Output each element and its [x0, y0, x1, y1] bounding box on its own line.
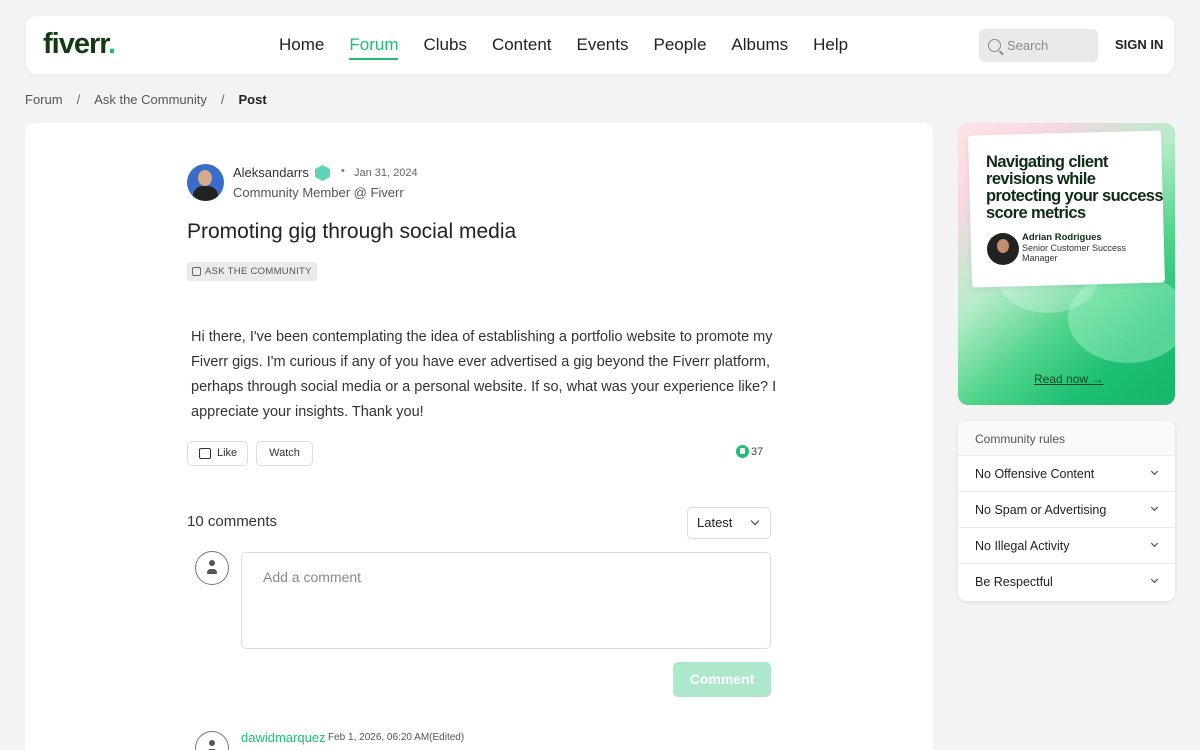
tag-label: ASK THE COMMUNITY — [205, 266, 312, 277]
promo-title: Navigating client revisions while protec… — [986, 153, 1164, 222]
tag-icon — [192, 267, 201, 276]
reaction-summary[interactable]: 37 — [736, 445, 763, 458]
promo-decoration — [1068, 273, 1175, 363]
post-date: Jan 31, 2024 — [354, 167, 418, 179]
sign-in-button[interactable]: SIGN IN — [1115, 37, 1163, 52]
breadcrumb-forum[interactable]: Forum — [25, 92, 63, 107]
meta-separator: • — [341, 165, 345, 177]
rule-label: No Spam or Advertising — [975, 503, 1107, 517]
promo-avatar-face — [997, 239, 1009, 253]
rule-item[interactable]: No Offensive Content — [958, 456, 1175, 492]
comment-date: Feb 1, 2026, 06:20 AM(Edited) — [328, 732, 465, 743]
post-title: Promoting gig through social media — [187, 220, 517, 243]
comment-input[interactable] — [241, 552, 771, 649]
current-user-avatar — [195, 551, 229, 585]
breadcrumb-separator: / — [220, 92, 225, 107]
breadcrumb-separator: / — [76, 92, 81, 107]
nav-help[interactable]: Help — [813, 16, 848, 74]
author-avatar[interactable] — [187, 164, 224, 201]
rule-item[interactable]: Be Respectful — [958, 564, 1175, 600]
promo-author: Adrian Rodrigues — [1022, 232, 1102, 243]
rules-heading: Community rules — [958, 421, 1175, 456]
logo-dot: . — [107, 28, 116, 60]
avatar-face — [198, 170, 212, 186]
reaction-count: 37 — [751, 445, 764, 458]
nav-forum[interactable]: Forum — [349, 16, 399, 74]
nav-home[interactable]: Home — [279, 16, 324, 74]
chevron-down-icon — [1150, 503, 1159, 512]
rule-label: Be Respectful — [975, 575, 1053, 589]
like-button[interactable]: Like — [187, 441, 248, 466]
author-role: Community Member @ Fiverr — [233, 185, 404, 200]
search-box[interactable] — [979, 29, 1098, 62]
watch-button[interactable]: Watch — [256, 441, 313, 466]
sort-label: Latest — [697, 515, 733, 530]
chevron-down-icon — [750, 516, 760, 526]
nav-clubs[interactable]: Clubs — [423, 16, 466, 74]
main-nav: Home Forum Clubs Content Events People A… — [279, 16, 873, 74]
chevron-down-icon — [1150, 575, 1159, 584]
like-label: Like — [217, 447, 238, 459]
chevron-down-icon — [1150, 539, 1159, 548]
commenter-name[interactable]: dawidmarquez — [241, 730, 326, 745]
rule-label: No Illegal Activity — [975, 539, 1070, 553]
post-body: Hi there, I've been contemplating the id… — [191, 329, 777, 420]
top-navbar: fiverr. Home Forum Clubs Content Events … — [26, 16, 1174, 74]
like-icon — [199, 448, 211, 459]
promo-author-avatar — [987, 233, 1019, 265]
promo-banner[interactable]: Navigating client revisions while protec… — [958, 123, 1175, 405]
logo-text: fiverr — [43, 28, 109, 60]
rule-item[interactable]: No Illegal Activity — [958, 528, 1175, 564]
nav-people[interactable]: People — [653, 16, 706, 74]
comments-count: 10 comments — [187, 513, 278, 530]
chevron-down-icon — [1150, 467, 1159, 476]
nav-events[interactable]: Events — [577, 16, 629, 74]
reaction-icon — [736, 445, 749, 458]
search-icon — [988, 39, 1001, 52]
nav-content[interactable]: Content — [492, 16, 552, 74]
author-name[interactable]: Aleksandarrs — [233, 165, 309, 180]
breadcrumb-ask-the-community[interactable]: Ask the Community — [94, 92, 207, 107]
avatar-body — [193, 186, 218, 201]
user-avatar-body — [207, 569, 217, 574]
user-avatar-head — [209, 740, 215, 746]
post-card: Aleksandarrs • Jan 31, 2024 Community Me… — [25, 123, 933, 750]
promo-author-role: Senior Customer Success Manager — [1022, 243, 1127, 263]
nav-albums[interactable]: Albums — [731, 16, 788, 74]
rule-label: No Offensive Content — [975, 467, 1095, 481]
verified-badge-icon — [315, 165, 330, 181]
read-now-link[interactable]: Read now → — [1034, 372, 1103, 386]
rule-item[interactable]: No Spam or Advertising — [958, 492, 1175, 528]
breadcrumb: Forum / Ask the Community / Post — [25, 92, 281, 107]
search-input[interactable] — [1007, 38, 1087, 53]
breadcrumb-post: Post — [238, 92, 267, 107]
commenter-avatar[interactable] — [195, 731, 229, 750]
community-rules: Community rules No Offensive Content No … — [958, 421, 1175, 601]
category-tag[interactable]: ASK THE COMMUNITY — [187, 262, 317, 281]
comment-submit-button[interactable]: Comment — [673, 662, 771, 697]
user-avatar-head — [209, 560, 215, 566]
fiverr-logo[interactable]: fiverr. — [43, 28, 116, 61]
sort-dropdown[interactable]: Latest — [687, 507, 771, 539]
